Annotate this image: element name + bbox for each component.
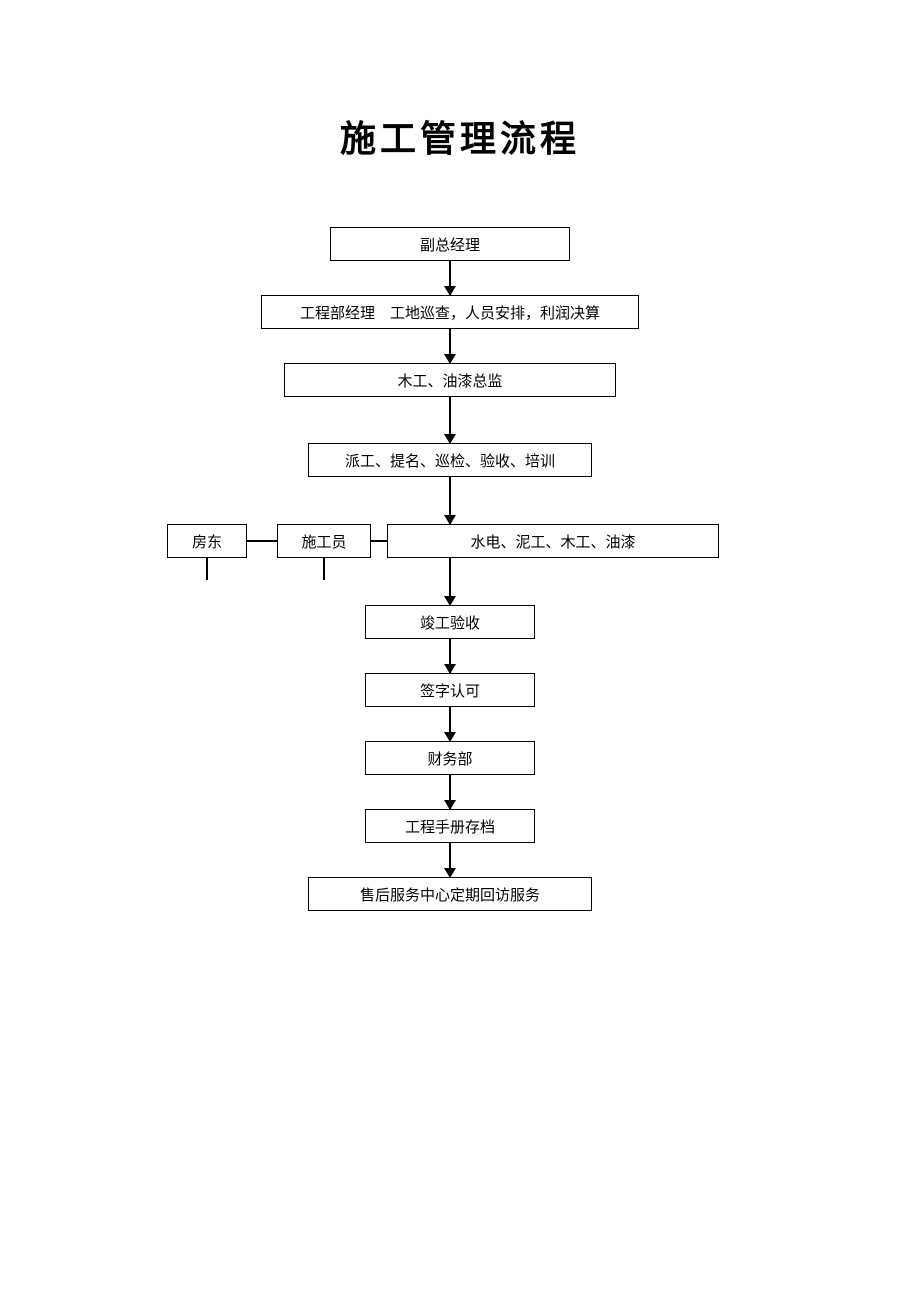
box-eng-manager: 工程部经理 工地巡查，人员安排，利润决算 <box>261 295 639 329</box>
box-constructor: 施工员 <box>277 524 371 558</box>
box-sign: 签字认可 <box>365 673 535 707</box>
arrow-2 <box>449 329 451 363</box>
box-dispatch: 派工、提名、巡检、验收、培训 <box>308 443 592 477</box>
box-landlord: 房东 <box>167 524 247 558</box>
arrow-8 <box>449 775 451 809</box>
box-archive: 工程手册存档 <box>365 809 535 843</box>
box-trades: 水电、泥工、木工、油漆 <box>387 524 719 558</box>
arrow-1 <box>449 261 451 295</box>
arrow-3 <box>449 397 451 443</box>
connector-landlord-constructor <box>247 540 277 542</box>
flowchart: 副总经理 工程部经理 工地巡查，人员安排，利润决算 木工、油漆总监 派工、提名、… <box>0 227 920 1077</box>
connector-constructor-trades <box>371 540 387 542</box>
arrow-7 <box>449 707 451 741</box>
stub-constructor <box>323 558 325 580</box>
arrow-4 <box>449 477 451 524</box>
box-director: 木工、油漆总监 <box>284 363 616 397</box>
arrow-9 <box>449 843 451 877</box>
box-completion: 竣工验收 <box>365 605 535 639</box>
arrow-6 <box>449 639 451 673</box>
diagram-title: 施工管理流程 <box>0 110 920 162</box>
box-aftersales: 售后服务中心定期回访服务 <box>308 877 592 911</box>
arrow-5 <box>449 558 451 605</box>
stub-landlord <box>206 558 208 580</box>
box-deputy-gm: 副总经理 <box>330 227 570 261</box>
box-finance: 财务部 <box>365 741 535 775</box>
